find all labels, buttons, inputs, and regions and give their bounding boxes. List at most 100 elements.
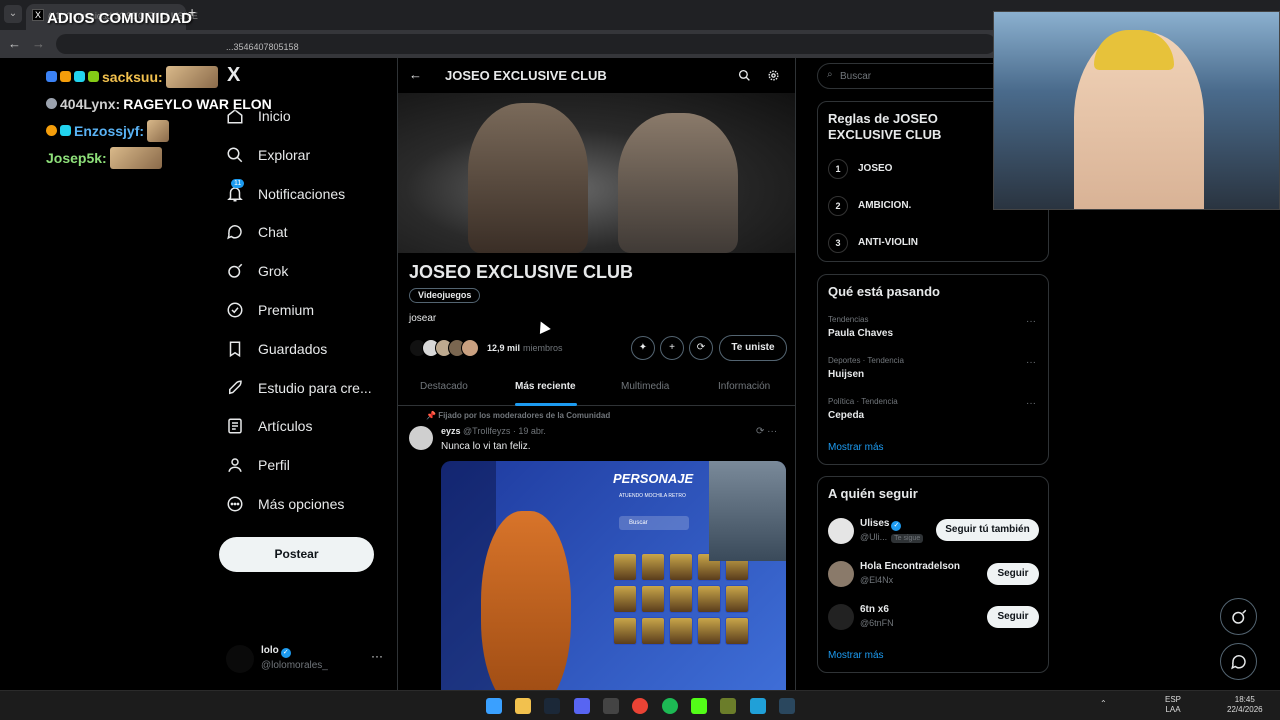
follow-button[interactable]: Seguir: [987, 563, 1039, 585]
nav-item-grok[interactable]: Grok: [226, 256, 288, 286]
share-icon[interactable]: ⟳: [689, 336, 713, 360]
nav-label: Estudio para cre...: [258, 380, 372, 396]
url-field[interactable]: ...3546407805158: [56, 34, 996, 54]
trend-category: Tendencias: [828, 315, 869, 324]
nav-label: Perfil: [258, 457, 290, 473]
tray-chevron-icon[interactable]: ⌃: [1100, 699, 1107, 709]
nav-item-chat[interactable]: Chat: [226, 217, 288, 247]
search-icon[interactable]: [738, 69, 751, 87]
add-user-icon[interactable]: +: [660, 336, 684, 360]
avatar[interactable]: [828, 604, 854, 630]
nav-item-more-options[interactable]: Más opciones: [226, 489, 344, 519]
tab-featured[interactable]: Destacado: [420, 381, 468, 392]
input-language[interactable]: ESP LAA: [1165, 695, 1181, 715]
tab-media[interactable]: Multimedia: [621, 381, 669, 392]
premium-icon: [226, 301, 244, 319]
avatar[interactable]: [828, 561, 854, 587]
browser-back-button[interactable]: ←: [8, 36, 21, 51]
trend-name[interactable]: Paula Chaves: [828, 328, 893, 339]
discord-icon[interactable]: [574, 698, 590, 714]
chat-line: Enzossjyf:: [46, 117, 272, 144]
nav-item-notifications[interactable]: 11 Notificaciones: [226, 179, 345, 209]
more-dots-icon[interactable]: ···: [1026, 316, 1036, 327]
pin-icon[interactable]: ✦: [631, 336, 655, 360]
joined-button[interactable]: Te uniste: [719, 335, 787, 361]
clock[interactable]: 18:45 22/4/2026: [1227, 695, 1263, 715]
post-media-image[interactable]: PERSONAJE ATUENDO MOCHILA RETRO Buscar: [441, 461, 786, 690]
search-input[interactable]: ⌕ Buscar: [817, 63, 1017, 89]
follow-name[interactable]: Ulises ✓: [860, 518, 902, 531]
grok-icon: [1231, 609, 1246, 624]
spotify-icon[interactable]: [662, 698, 678, 714]
chat-line: sacksuu:: [46, 63, 272, 90]
trends-card: Qué está pasando Tendencias Paula Chaves…: [817, 274, 1049, 465]
tab-information[interactable]: Información: [718, 381, 770, 392]
trend-name[interactable]: Huijsen: [828, 369, 864, 380]
trend-name[interactable]: Cepeda: [828, 410, 864, 421]
minecraft-icon[interactable]: [720, 698, 736, 714]
steam-icon[interactable]: [544, 698, 560, 714]
post-button[interactable]: Postear: [219, 537, 374, 572]
follow-name[interactable]: 6tn x6: [860, 604, 889, 615]
post-handle[interactable]: @Trollfeyzs: [463, 426, 510, 436]
nav-label: Notificaciones: [258, 186, 346, 202]
show-more-link[interactable]: Mostrar más: [828, 650, 884, 661]
follow-button[interactable]: Seguir: [987, 606, 1039, 628]
file-explorer-icon[interactable]: [515, 698, 531, 714]
tab-most-recent[interactable]: Más reciente: [515, 381, 576, 392]
member-summary[interactable]: 12,9 mil miembros: [409, 338, 563, 358]
nav-label: Artículos: [258, 418, 313, 434]
x-favicon-icon: X: [32, 9, 44, 21]
chat-message: RAGEYLO WAR ELON: [123, 95, 272, 112]
grok-float-button[interactable]: [1220, 598, 1257, 635]
post-menu[interactable]: ⟳ ···: [756, 426, 777, 437]
media-heading: PERSONAJE: [613, 471, 694, 486]
grok-icon: [226, 262, 244, 280]
post-author[interactable]: eyzs: [441, 426, 461, 436]
chat-emote-icon: [147, 119, 170, 142]
category-pill[interactable]: Videojuegos: [409, 288, 481, 303]
steam-icon[interactable]: [779, 698, 795, 714]
more-dots-icon[interactable]: ···: [1026, 357, 1036, 368]
chrome-icon[interactable]: [632, 698, 648, 714]
community-main-column: ← JOSEO EXCLUSIVE CLUB JOSEO EXCLUSIVE C…: [397, 58, 796, 690]
rules-title: Reglas de JOSEO EXCLUSIVE CLUB: [828, 111, 942, 142]
account-switcher[interactable]: lolo ✓ @lolomorales_ ···: [226, 643, 386, 675]
chat-badge-icon: [46, 98, 57, 109]
nav-item-articles[interactable]: Artículos: [226, 411, 312, 441]
more-icon: [226, 495, 244, 513]
more-dots-icon[interactable]: ···: [371, 649, 383, 663]
nav-item-profile[interactable]: Perfil: [226, 450, 290, 480]
app-icon[interactable]: [750, 698, 766, 714]
tab-search-button[interactable]: ⌄: [4, 5, 22, 23]
trends-title: Qué está pasando: [828, 284, 940, 299]
rule-text: ANTI-VIOLIN: [858, 237, 918, 248]
obs-icon[interactable]: [603, 698, 619, 714]
rule-number: 2: [828, 196, 848, 216]
chat-badge-icon: [60, 71, 71, 82]
show-more-link[interactable]: Mostrar más: [828, 442, 884, 453]
more-dots-icon[interactable]: ···: [1026, 398, 1036, 409]
kick-icon[interactable]: [691, 698, 707, 714]
gear-icon[interactable]: [767, 69, 780, 87]
messages-float-button[interactable]: [1220, 643, 1257, 680]
post-date[interactable]: · 19 abr.: [513, 426, 546, 436]
browser-forward-button[interactable]: →: [32, 36, 45, 51]
avatar[interactable]: [828, 518, 854, 544]
notification-count-badge: 11: [231, 179, 245, 188]
follows-you-badge: Te sigue: [891, 534, 924, 543]
start-icon[interactable]: [486, 698, 502, 714]
follow-name[interactable]: Hola Encontradelson: [860, 561, 960, 572]
nav-item-bookmarks[interactable]: Guardados: [226, 334, 327, 364]
member-count: 12,9 mil: [487, 343, 521, 353]
nav-item-premium[interactable]: Premium: [226, 295, 314, 325]
nav-item-creator-studio[interactable]: Estudio para cre...: [226, 373, 372, 403]
rule-number: 3: [828, 233, 848, 253]
verified-badge-icon: ✓: [280, 648, 291, 658]
rule-text: AMBICION.: [858, 200, 912, 211]
follow-back-button[interactable]: Seguir tú también: [936, 519, 1039, 541]
rocket-icon: [226, 379, 244, 397]
avatar[interactable]: [409, 426, 433, 450]
back-arrow-icon[interactable]: ←: [409, 67, 422, 82]
chat-icon: [226, 223, 244, 241]
